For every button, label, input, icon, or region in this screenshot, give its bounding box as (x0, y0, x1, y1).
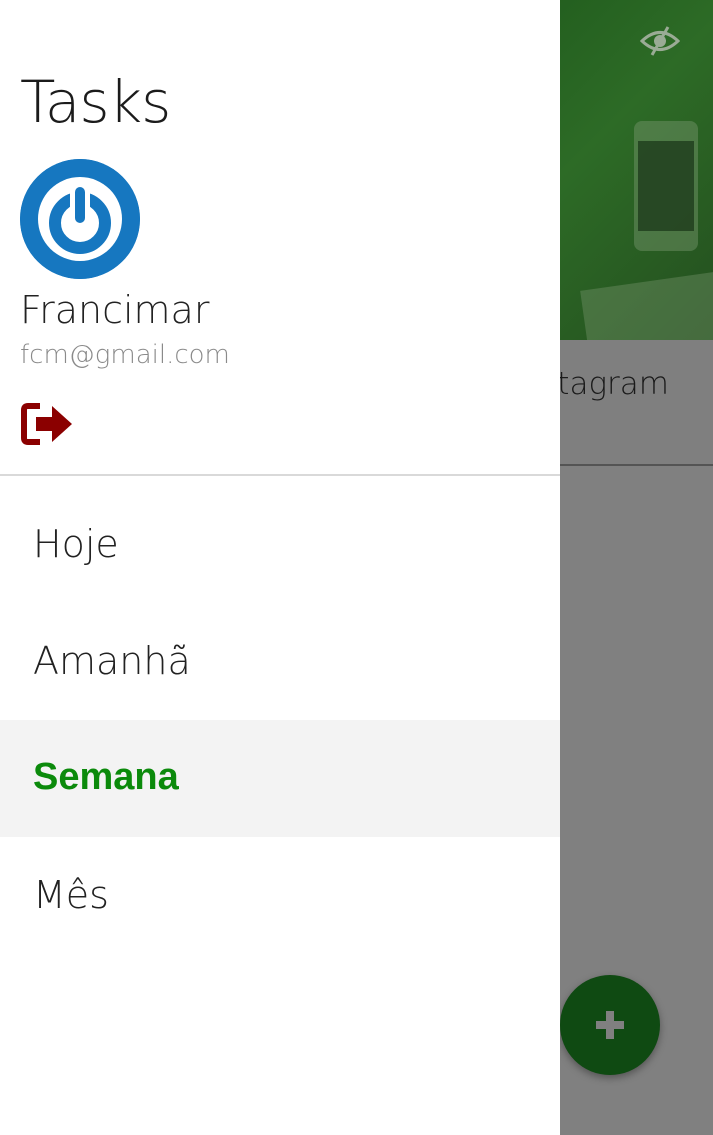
drawer-divider (0, 474, 560, 476)
menu-item-mes[interactable]: Mês (0, 837, 560, 954)
menu-item-label: Semana (33, 756, 179, 798)
menu-item-label: Hoje (33, 522, 119, 566)
menu-item-amanha[interactable]: Amanhã (0, 603, 560, 720)
add-task-button[interactable] (560, 975, 660, 1075)
sign-out-icon (21, 403, 72, 445)
background-phone-image (634, 121, 698, 251)
plus-icon (596, 1011, 624, 1039)
navigation-drawer: Tasks Francimar fcm@gmail.com Hoje Amanh… (0, 0, 560, 1135)
menu-item-hoje[interactable]: Hoje (0, 486, 560, 603)
power-icon (20, 159, 140, 279)
drawer-title: Tasks (20, 68, 171, 136)
eye-slash-icon[interactable] (639, 24, 681, 58)
menu-item-label: Mês (33, 873, 109, 917)
menu-item-label: Amanhã (33, 639, 191, 683)
menu-item-semana[interactable]: Semana (0, 720, 560, 837)
user-name: Francimar (20, 288, 210, 332)
drawer-menu: Hoje Amanhã Semana Mês (0, 486, 560, 954)
avatar (20, 159, 140, 279)
background-paper-image (580, 269, 713, 340)
logout-button[interactable] (20, 402, 74, 446)
user-email: fcm@gmail.com (20, 340, 230, 370)
